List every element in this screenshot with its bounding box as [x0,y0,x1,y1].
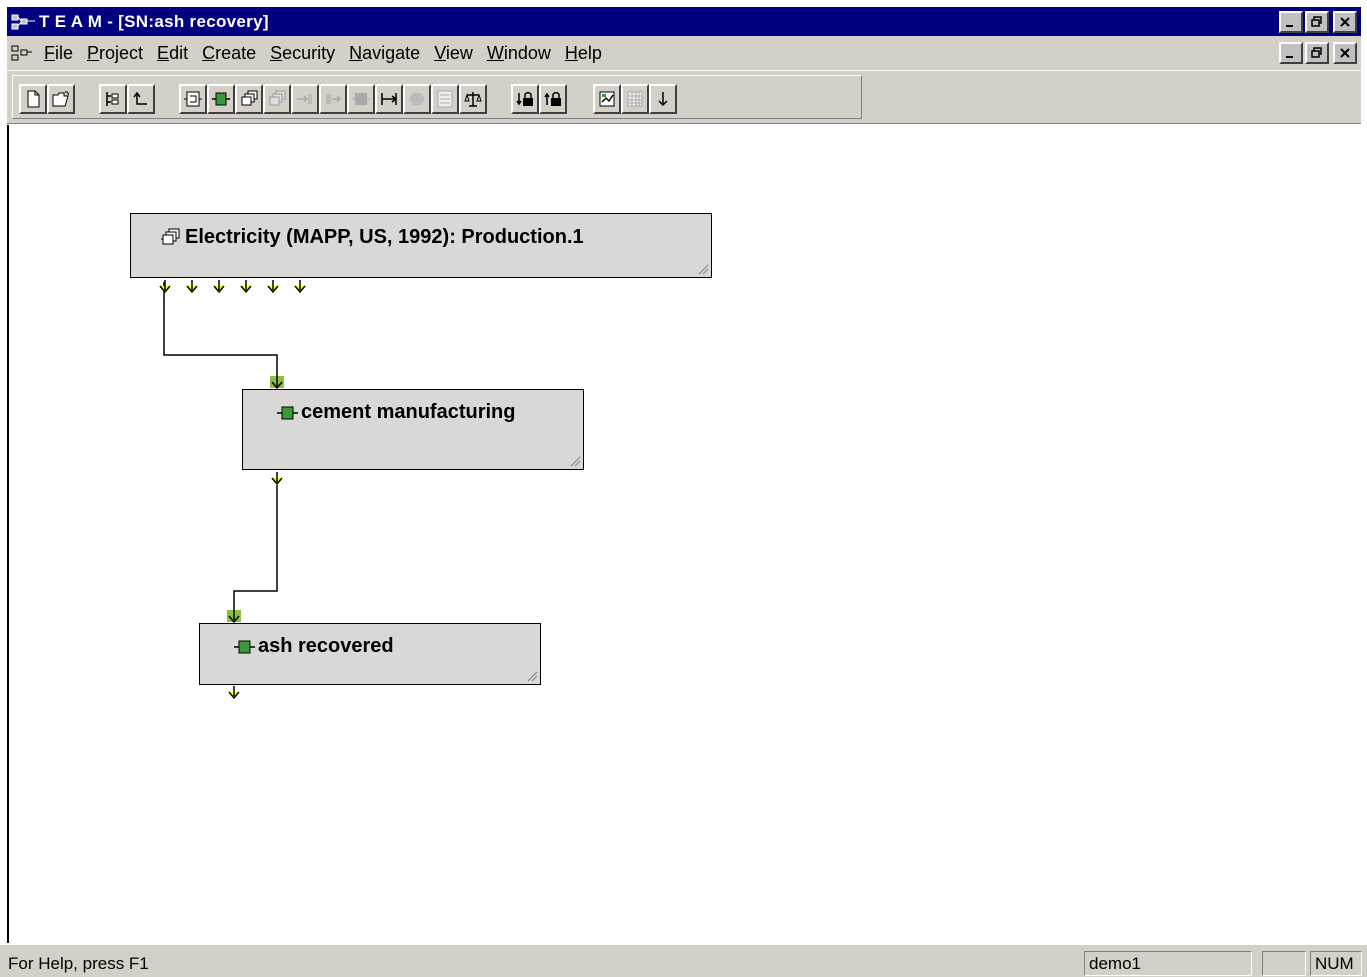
grid-table-button [621,84,649,114]
hexagon-icon [409,93,425,105]
mdi-minimize-button[interactable] [1279,42,1303,64]
report-icon [599,91,615,107]
resize-grip-icon[interactable] [569,455,581,467]
process-module-icon [277,406,298,419]
status-empty-pane [1262,951,1306,976]
tree-view-icon [106,92,119,106]
close-button[interactable] [1333,11,1357,33]
go-up-button[interactable] [127,84,155,114]
menu-security[interactable]: Security [263,43,342,64]
lock-down-icon [516,92,533,106]
process-module-icon [212,92,230,106]
grid-table-icon [627,91,643,107]
title-bar: T E A M - [SN:ash recovery] [7,7,1361,36]
output-arrow-icon [326,94,342,104]
open-folder-icon [52,91,69,107]
system-node-button[interactable] [179,84,207,114]
status-num-lock: NUM [1310,951,1362,976]
balance-scale-button[interactable] [459,84,487,114]
arrow-down-button[interactable] [649,84,677,114]
go-up-icon [133,91,147,105]
node-label: Electricity (MAPP, US, 1992): Production… [185,226,584,248]
system-node-icon [184,91,202,107]
menu-edit[interactable]: Edit [150,43,195,64]
balance-scale-icon [464,92,482,107]
lock-up-button[interactable] [539,84,567,114]
new-document-icon [27,90,40,108]
tree-view-button[interactable] [99,84,127,114]
restore-button[interactable] [1305,11,1329,33]
menu-view[interactable]: View [427,43,480,64]
team-app-icon[interactable] [9,10,39,34]
output-port-ash [226,685,242,706]
output-ports [157,279,317,300]
stacked-module-icon [161,228,180,244]
status-help-text: For Help, press F1 [8,954,149,973]
arrow-down-icon [658,92,668,107]
menu-file[interactable]: File [37,43,80,64]
node-label: ash recovered [258,635,394,657]
process-module-button[interactable] [207,84,235,114]
stacked-module-disabled-icon [269,90,286,106]
mdi-close-button[interactable] [1333,42,1357,64]
open-folder-button[interactable] [47,84,75,114]
status-user-pane: demo1 [1084,951,1252,976]
block-button [347,84,375,114]
stacked-module-icon [241,90,258,106]
block-icon [352,93,370,105]
lock-up-icon [544,92,561,106]
flow-line-cement-ash [233,485,278,617]
menu-navigate[interactable]: Navigate [342,43,427,64]
connect-flow-button[interactable] [375,84,403,114]
process-node-electricity[interactable]: Electricity (MAPP, US, 1992): Production… [130,213,712,278]
process-node-ash-recovered[interactable]: ash recovered [199,623,541,685]
resize-grip-icon[interactable] [697,263,709,275]
input-arrow-icon [297,94,312,104]
menu-create[interactable]: Create [195,43,263,64]
input-arrow-button [291,84,319,114]
menu-window[interactable]: Window [480,43,558,64]
toolbar-panel [12,75,862,119]
status-bar: For Help, press F1 demo1 NUM [0,944,1367,977]
data-sheet-button [431,84,459,114]
process-node-cement-manufacturing[interactable]: cement manufacturing [242,389,584,470]
stacked-module-disabled-button [263,84,291,114]
report-button[interactable] [593,84,621,114]
menu-bar: File Project Edit Create Security Navigate Vie… [7,36,1361,70]
process-module-icon [234,640,255,653]
new-document-button[interactable] [19,84,47,114]
menu-project[interactable]: Project [80,43,150,64]
mdi-restore-button[interactable] [1305,42,1329,64]
node-label: cement manufacturing [301,401,516,423]
diagram-canvas[interactable]: Electricity (MAPP, US, 1992): Production… [7,125,1361,943]
data-sheet-icon [437,90,453,108]
minimize-button[interactable] [1279,11,1303,33]
output-arrow-button [319,84,347,114]
output-port-cement [269,471,285,492]
resize-grip-icon[interactable] [526,670,538,682]
hexagon-button [403,84,431,114]
stacked-module-button[interactable] [235,84,263,114]
connect-flow-icon [381,93,398,105]
document-system-icon[interactable] [7,44,37,62]
menu-help[interactable]: Help [558,43,609,64]
toolbar [7,70,1361,124]
lock-down-button[interactable] [511,84,539,114]
window-title: T E A M - [SN:ash recovery] [39,11,269,31]
